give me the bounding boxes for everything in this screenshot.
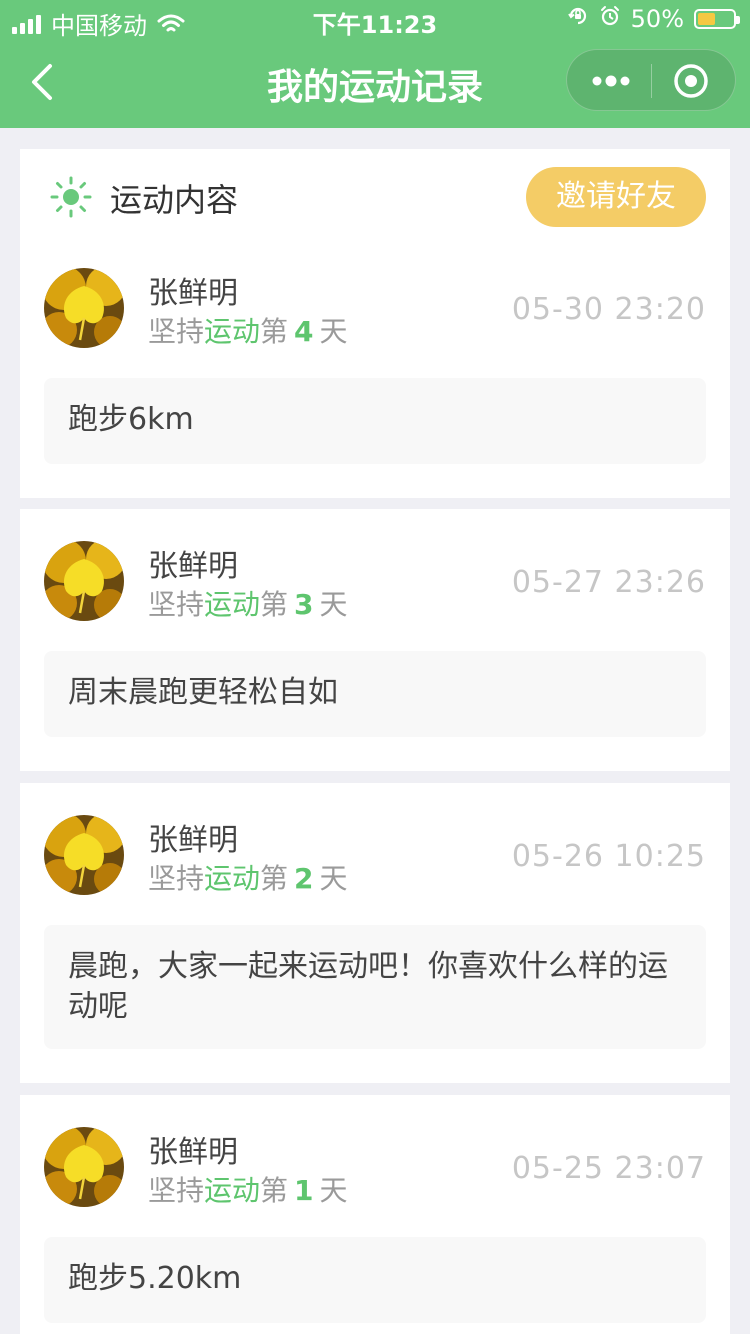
user-name: 张鲜明	[148, 276, 238, 311]
mini-program-capsule	[566, 49, 736, 111]
persist-suffix: 天	[319, 1174, 348, 1207]
persist-sport: 运动	[204, 315, 261, 348]
invite-friends-button[interactable]: 邀请好友	[526, 167, 706, 227]
persist-prefix: 坚持	[148, 315, 205, 348]
record-card[interactable]: 张鲜明 坚持运动第 4 天 05-30 23:20 跑步6km	[20, 236, 730, 498]
record-card[interactable]: 张鲜明 坚持运动第 2 天 05-26 10:25 晨跑，大家一起来运动吧！你喜欢什…	[20, 783, 730, 1083]
persist-prefix: 坚持	[148, 862, 205, 895]
avatar	[44, 1127, 124, 1207]
persist-text: 坚持运动第 3 天	[148, 583, 348, 623]
status-bar: 中国移动 下午11:23 50%	[0, 0, 750, 40]
persist-text: 坚持运动第 1 天	[148, 1169, 348, 1209]
persist-suffix: 天	[319, 588, 348, 621]
capsule-divider	[651, 64, 652, 98]
persist-day: 2	[294, 862, 314, 895]
close-target-icon	[674, 64, 708, 98]
battery-level	[698, 13, 715, 25]
record-card[interactable]: 张鲜明 坚持运动第 3 天 05-27 23:26 周末晨跑更轻松自如	[20, 509, 730, 771]
persist-mid: 第	[260, 862, 289, 895]
persist-text: 坚持运动第 2 天	[148, 857, 348, 897]
persist-day: 4	[294, 315, 314, 348]
record-time: 05-30 23:20	[511, 292, 706, 327]
user-name: 张鲜明	[148, 823, 238, 858]
user-name: 张鲜明	[148, 1135, 238, 1170]
persist-suffix: 天	[319, 315, 348, 348]
avatar	[44, 268, 124, 348]
avatar	[44, 541, 124, 621]
battery-percent: 50%	[630, 5, 684, 33]
battery-icon	[694, 9, 740, 29]
more-button[interactable]	[589, 50, 633, 112]
user-name: 张鲜明	[148, 549, 238, 584]
record-content: 周末晨跑更轻松自如	[44, 651, 706, 737]
persist-prefix: 坚持	[148, 588, 205, 621]
record-time: 05-25 23:07	[511, 1151, 706, 1186]
record-time: 05-27 23:26	[511, 565, 706, 600]
persist-mid: 第	[260, 1174, 289, 1207]
persist-text: 坚持运动第 4 天	[148, 310, 348, 350]
persist-day: 1	[294, 1174, 314, 1207]
record-content: 跑步5.20km	[44, 1237, 706, 1323]
persist-sport: 运动	[204, 588, 261, 621]
persist-sport: 运动	[204, 862, 261, 895]
record-content: 晨跑，大家一起来运动吧！你喜欢什么样的运动呢	[44, 925, 706, 1049]
app-header: 中国移动 下午11:23 50% 我的运动记录	[0, 0, 750, 128]
persist-mid: 第	[260, 315, 289, 348]
orientation-lock-icon	[567, 5, 589, 33]
persist-suffix: 天	[319, 862, 348, 895]
persist-day: 3	[294, 588, 314, 621]
close-button[interactable]	[669, 50, 713, 112]
status-right: 50%	[567, 5, 740, 33]
section-header: 运动内容 邀请好友	[20, 149, 730, 237]
alarm-icon	[599, 5, 621, 33]
section-title: 运动内容	[110, 181, 239, 219]
navigation-bar: 我的运动记录	[0, 40, 750, 128]
more-icon	[592, 75, 630, 87]
persist-prefix: 坚持	[148, 1174, 205, 1207]
record-content: 跑步6km	[44, 378, 706, 464]
sun-icon	[50, 176, 92, 218]
persist-sport: 运动	[204, 1174, 261, 1207]
record-time: 05-26 10:25	[511, 839, 706, 874]
avatar	[44, 815, 124, 895]
record-card[interactable]: 张鲜明 坚持运动第 1 天 05-25 23:07 跑步5.20km	[20, 1095, 730, 1334]
persist-mid: 第	[260, 588, 289, 621]
